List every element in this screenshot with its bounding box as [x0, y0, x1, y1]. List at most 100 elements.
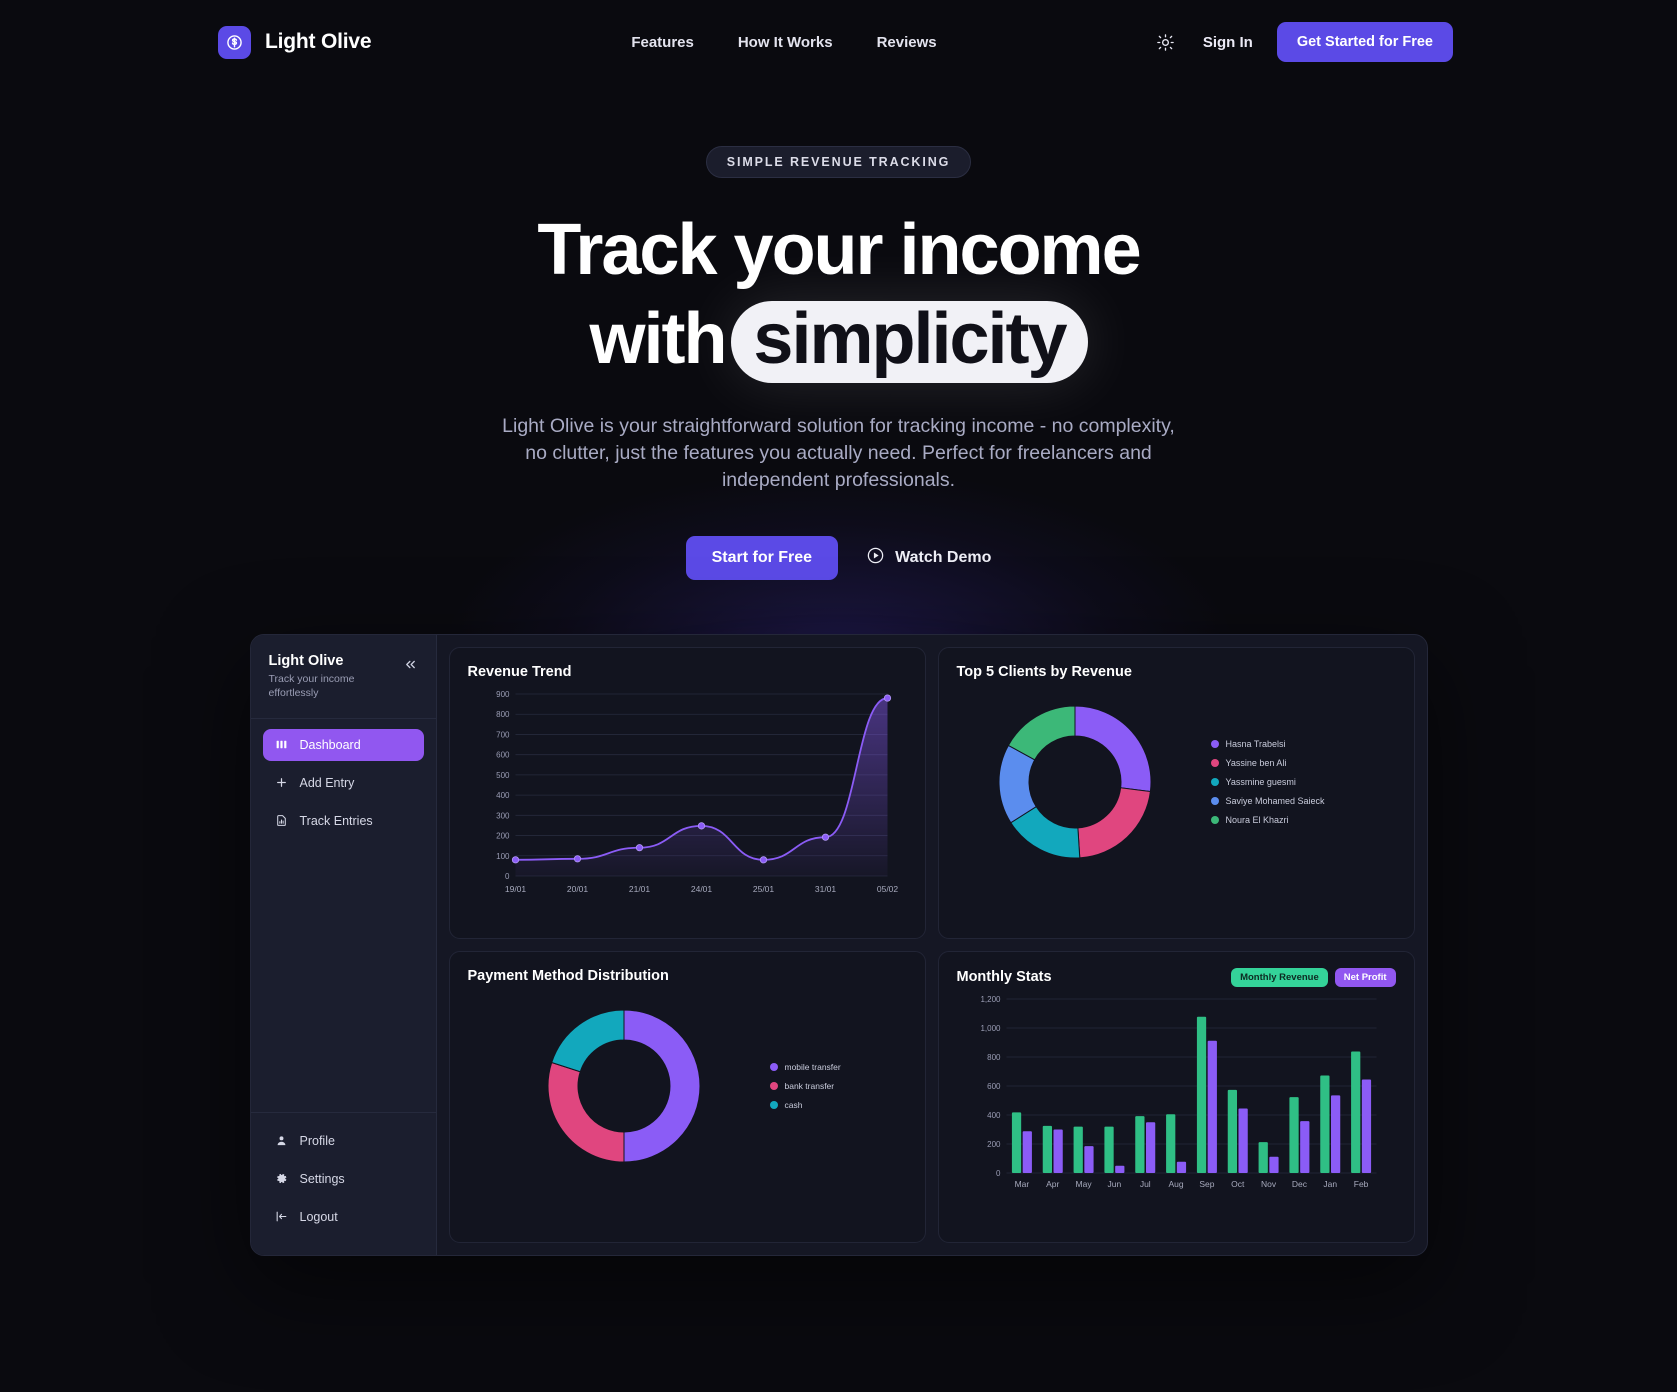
get-started-button[interactable]: Get Started for Free [1276, 22, 1453, 62]
legend-label: Noura El Khazri [1225, 815, 1289, 826]
revenue-trend-chart: 900 800 700 600 500 400 300 200 100 0 19/01 20/01 21… [496, 690, 898, 894]
nav-link-how-it-works[interactable]: How It Works [738, 34, 833, 51]
svg-text:700: 700 [496, 730, 510, 739]
svg-text:21/01: 21/01 [628, 884, 650, 894]
legend-color-swatch [1210, 778, 1219, 787]
card-monthly-stats: Monthly Stats Monthly Revenue Net Profit… [937, 950, 1415, 1243]
sidebar-footer: Profile Settings Logout [250, 1111, 436, 1255]
svg-text:400: 400 [496, 791, 510, 800]
hero-subtitle: Light Olive is your straightforward solu… [502, 414, 1175, 491]
dollar-circle-icon [218, 25, 251, 59]
svg-text:25/01: 25/01 [752, 884, 774, 894]
svg-text:600: 600 [496, 750, 510, 759]
card-top-clients: Top 5 Clients by Revenue Hasna Trabelsi Y… [937, 646, 1415, 939]
file-chart-icon [275, 814, 289, 828]
svg-text:600: 600 [987, 1082, 1001, 1091]
hero-title-line1: Track your income [537, 210, 1141, 290]
svg-text:400: 400 [987, 1111, 1001, 1120]
plus-icon [275, 776, 289, 790]
svg-text:Oct: Oct [1231, 1179, 1245, 1189]
badge-monthly-revenue[interactable]: Monthly Revenue [1231, 967, 1328, 987]
legend-label: Hasna Trabelsi [1225, 739, 1286, 750]
svg-text:Jan: Jan [1323, 1179, 1337, 1189]
legend-label: mobile transfer [784, 1062, 841, 1073]
hero-cta-row: Start for Free Watch Demo [0, 535, 1677, 580]
sidebar-item-label: Settings [299, 1171, 345, 1186]
watch-demo-label: Watch Demo [895, 548, 992, 566]
monthly-stats-header: Monthly Stats Monthly Revenue Net Profit [957, 967, 1396, 987]
hero-title-highlight: simplicity [731, 301, 1088, 383]
payment-legend: mobile transfer bank transfer cash [769, 1062, 841, 1111]
watch-demo-button[interactable]: Watch Demo [866, 546, 991, 570]
signin-link[interactable]: Sign In [1203, 34, 1253, 51]
dashboard-sidebar: Light Olive Track your income effortless… [250, 634, 437, 1255]
svg-text:500: 500 [496, 770, 510, 779]
hero-title-line2-prefix: with [589, 299, 727, 380]
badge-net-profit[interactable]: Net Profit [1334, 967, 1396, 987]
svg-text:0: 0 [996, 1169, 1001, 1178]
top-clients-chart: Hasna Trabelsi Yassine ben Ali Yassmine gu… [957, 680, 1396, 885]
legend-item: mobile transfer [769, 1062, 841, 1073]
card-payment-distribution: Payment Method Distribution mobile trans… [448, 950, 926, 1243]
legend-item: Saviye Mohamed Saieck [1210, 796, 1325, 807]
svg-text:Nov: Nov [1261, 1179, 1277, 1189]
legend-color-swatch [769, 1101, 778, 1110]
legend-label: Saviye Mohamed Saieck [1225, 796, 1325, 807]
gear-icon [275, 1172, 289, 1186]
dashboard-panels: Revenue Trend 900 800 700 600 500 400 300 200 10… [437, 635, 1427, 1255]
svg-text:Sep: Sep [1199, 1179, 1214, 1189]
brand-name: Light Olive [265, 30, 372, 53]
bar-chart-icon [275, 738, 289, 752]
sidebar-item-label: Profile [299, 1133, 335, 1148]
svg-text:800: 800 [987, 1053, 1001, 1062]
legend-label: cash [784, 1100, 803, 1111]
legend-color-swatch [1210, 740, 1219, 749]
svg-text:300: 300 [496, 811, 510, 820]
monthly-stats-badges: Monthly Revenue Net Profit [1231, 967, 1396, 987]
legend-label: Yassine ben Ali [1225, 758, 1287, 769]
sidebar-item-profile[interactable]: Profile [263, 1125, 424, 1157]
legend-item: Hasna Trabelsi [1210, 739, 1325, 750]
start-for-free-button[interactable]: Start for Free [685, 535, 839, 580]
nav-link-features[interactable]: Features [631, 34, 694, 51]
svg-text:20/01: 20/01 [566, 884, 588, 894]
sidebar-title: Light Olive [268, 652, 344, 669]
header-actions: Sign In Get Started for Free [1153, 22, 1453, 62]
svg-text:1,200: 1,200 [980, 995, 1001, 1004]
card-title: Revenue Trend [467, 663, 572, 680]
sidebar-item-logout[interactable]: Logout [263, 1201, 424, 1233]
svg-text:800: 800 [496, 710, 510, 719]
logout-icon [275, 1210, 289, 1224]
legend-color-swatch [769, 1063, 778, 1072]
legend-color-swatch [1210, 816, 1219, 825]
sun-icon[interactable] [1153, 29, 1179, 55]
sidebar-item-settings[interactable]: Settings [263, 1163, 424, 1195]
legend-label: bank transfer [784, 1081, 835, 1092]
sidebar-item-dashboard[interactable]: Dashboard [262, 728, 424, 761]
sidebar-item-add-entry[interactable]: Add Entry [263, 767, 424, 799]
svg-text:May: May [1075, 1179, 1092, 1189]
dashboard-preview: Light Olive Track your income effortless… [249, 633, 1428, 1256]
svg-text:0: 0 [505, 872, 510, 881]
play-circle-icon [866, 546, 885, 570]
sidebar-item-label: Dashboard [299, 737, 361, 752]
svg-text:Apr: Apr [1046, 1179, 1059, 1189]
svg-text:Jun: Jun [1107, 1179, 1121, 1189]
card-title: Payment Method Distribution [467, 967, 669, 984]
nav-link-reviews[interactable]: Reviews [877, 34, 937, 51]
site-header: Light Olive Features How It Works Review… [0, 0, 1677, 84]
chevrons-left-icon[interactable] [403, 657, 418, 700]
svg-text:Feb: Feb [1353, 1179, 1368, 1189]
svg-text:Aug: Aug [1168, 1179, 1183, 1189]
sidebar-subtitle: Track your income effortlessly [268, 672, 355, 699]
legend-item: cash [769, 1100, 841, 1111]
card-revenue-trend: Revenue Trend 900 800 700 600 500 400 300 200 10… [448, 646, 926, 939]
svg-text:1,000: 1,000 [980, 1024, 1001, 1033]
svg-text:900: 900 [496, 690, 510, 699]
legend-color-swatch [769, 1082, 778, 1091]
svg-text:100: 100 [496, 851, 510, 860]
brand-logo[interactable]: Light Olive [218, 25, 372, 59]
sidebar-item-label: Track Entries [299, 813, 373, 828]
sidebar-item-track-entries[interactable]: Track Entries [263, 805, 424, 837]
user-icon [275, 1134, 289, 1148]
